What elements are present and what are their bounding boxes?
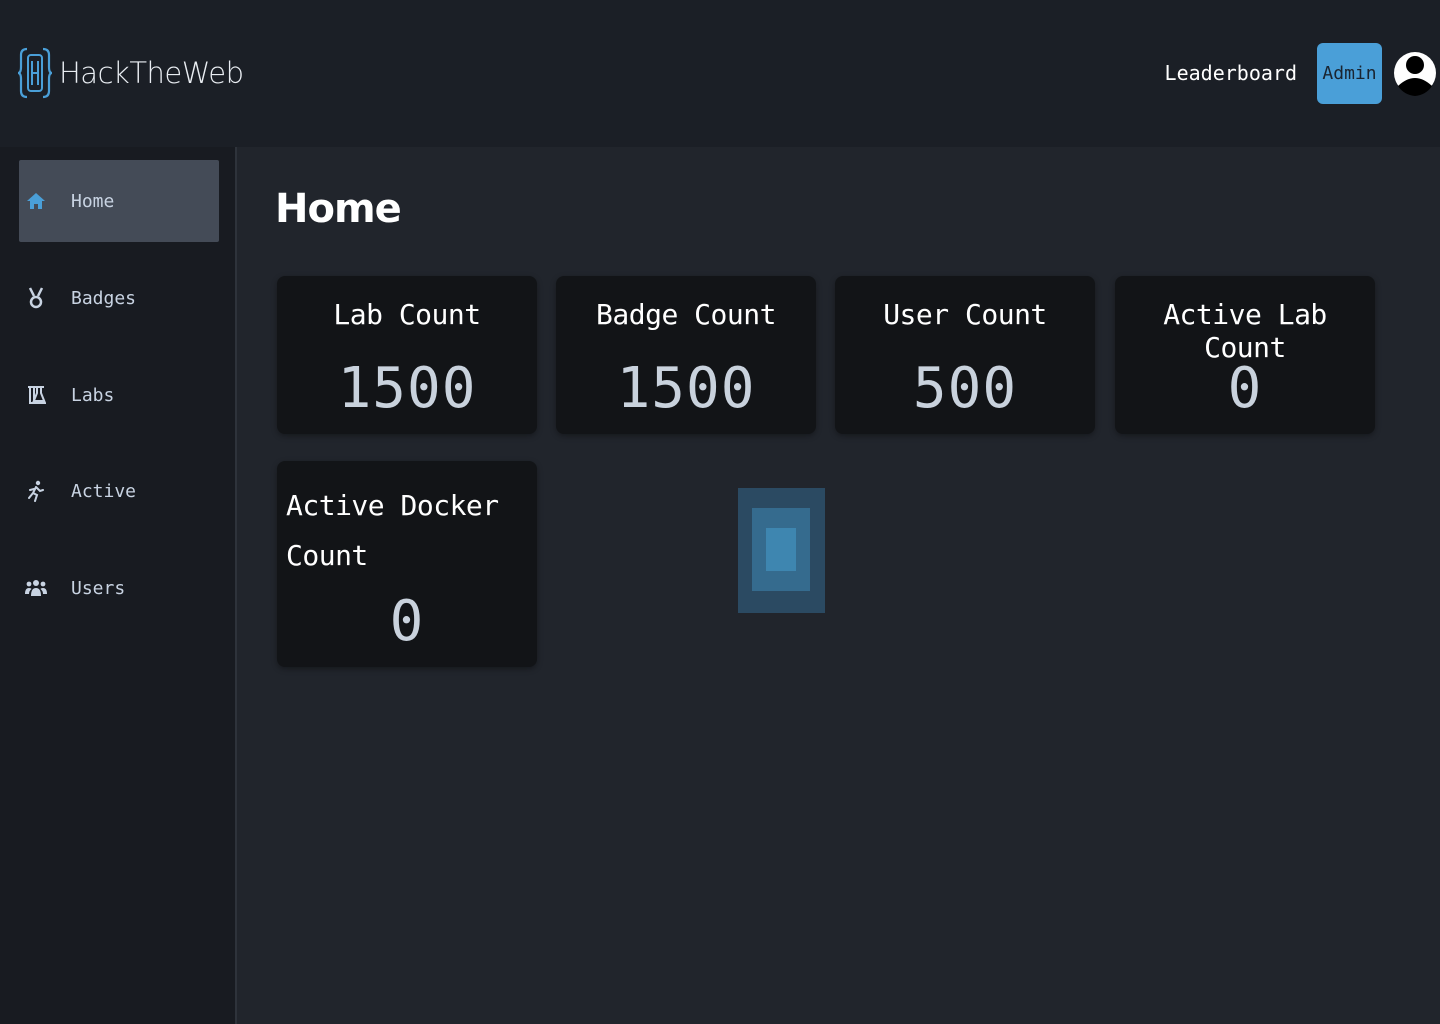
stat-card-label: Active Docker Count [286, 489, 499, 572]
top-navbar: HackTheWeb Leaderboard Admin [0, 0, 1440, 147]
sidebar-item-label: Labs [71, 384, 115, 406]
brand-logo-icon [17, 47, 53, 99]
sidebar-item-label: Badges [71, 287, 137, 309]
running-icon [25, 480, 47, 502]
sidebar-item-badges[interactable]: Badges [19, 257, 219, 339]
flask-icon [25, 384, 47, 406]
user-avatar-icon[interactable] [1393, 42, 1437, 104]
stat-card-active-lab-count: Active Lab Count 0 [1115, 276, 1375, 434]
admin-button[interactable]: Admin [1317, 42, 1382, 104]
stat-card-label: Badge Count [596, 298, 776, 331]
stat-card-value: 1500 [337, 356, 477, 421]
stat-card-active-docker-count: Active Docker Count 0 [277, 461, 537, 667]
sidebar-item-home[interactable]: Home [19, 160, 219, 242]
loading-spinner [738, 488, 825, 613]
stat-card-value: 0 [1227, 356, 1263, 421]
leaderboard-link[interactable]: Leaderboard [1165, 61, 1297, 85]
stat-card-value: 0 [389, 589, 425, 654]
sidebar-item-label: Home [71, 190, 115, 212]
brand-logo-link[interactable]: HackTheWeb [17, 42, 244, 104]
stat-card-label: Lab Count [333, 298, 481, 331]
sidebar-item-label: Users [71, 577, 126, 599]
sidebar-item-users[interactable]: Users [19, 547, 219, 629]
sidebar-item-labs[interactable]: Labs [19, 354, 219, 436]
page-title: Home [275, 186, 402, 232]
sidebar: Home Badges Labs Active Users [0, 147, 237, 1024]
navbar-right: Leaderboard Admin [1165, 40, 1440, 106]
home-icon [25, 190, 47, 212]
brand-name: HackTheWeb [59, 56, 244, 90]
sidebar-item-active[interactable]: Active [19, 450, 219, 532]
stat-card-user-count: User Count 500 [835, 276, 1095, 434]
users-icon [25, 577, 47, 599]
loading-spinner-core [766, 528, 796, 571]
stat-card-label: Active Lab Count [1163, 298, 1327, 364]
sidebar-item-label: Active [71, 480, 137, 502]
loading-spinner-inner [752, 508, 810, 591]
medal-icon [25, 287, 47, 309]
stat-card-badge-count: Badge Count 1500 [556, 276, 816, 434]
stat-card-value: 500 [912, 356, 1018, 421]
stat-card-lab-count: Lab Count 1500 [277, 276, 537, 434]
stat-card-value: 1500 [616, 356, 756, 421]
stat-card-label: User Count [883, 298, 1047, 331]
